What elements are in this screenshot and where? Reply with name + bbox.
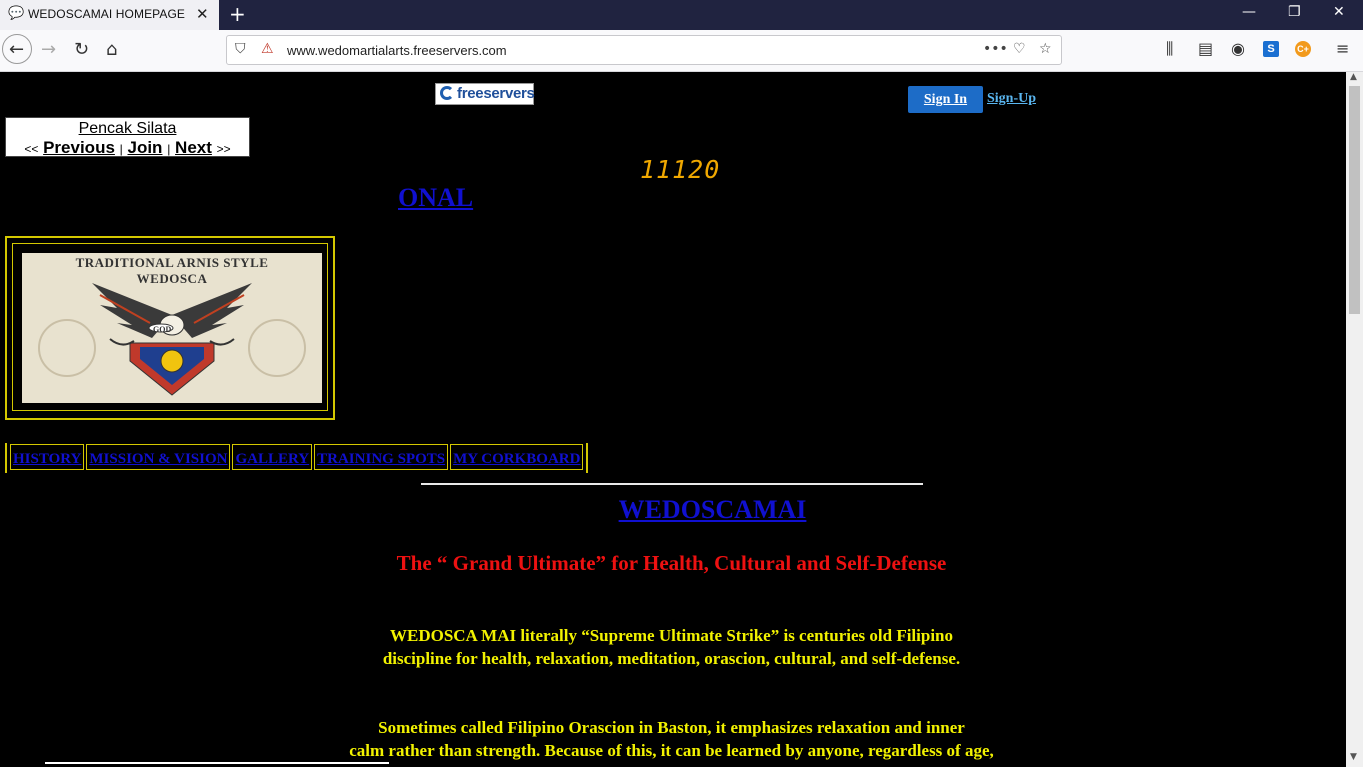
close-tab-icon[interactable]: ✕ [196,5,209,23]
extension-s-icon[interactable]: S [1263,41,1279,57]
menu-training-spots[interactable]: TRAINING SPOTS [314,444,449,470]
emblem-frame: TRADITIONAL ARNIS STYLE WEDOSCA GOD [5,236,335,420]
scrolling-marquee-text[interactable]: ONAL [398,183,473,213]
restore-icon[interactable]: ❐ [1288,4,1301,20]
emblem-seal-text: GOD [153,325,171,334]
extension-coupon-icon[interactable]: C+ [1295,41,1311,57]
scroll-up-icon[interactable]: ▲ [1350,72,1357,82]
horizontal-rule [421,483,923,485]
insecure-lock-icon[interactable]: ⚠ [261,41,274,57]
library-icon[interactable]: ⫼ [1166,39,1173,59]
intro-line-2: discipline for health, relaxation, medit… [382,649,961,668]
description-paragraph: Sometimes called Filipino Orascion in Ba… [0,716,1343,762]
main-menu: HISTORY MISSION & VISION GALLERY TRAININ… [5,443,589,473]
nav-toolbar: ← → ↻ ⌂ ⛉ ⚠ www.wedomartialarts.freeserv… [0,30,1363,72]
webring-title[interactable]: Pencak Silata [6,120,249,138]
pocket-icon[interactable]: ♡ [1013,41,1026,57]
freeservers-mark-icon [440,86,454,100]
page-subheading: The “ Grand Ultimate” for Health, Cultur… [396,551,947,575]
menu-history[interactable]: HISTORY [10,444,85,470]
page-scrollbar[interactable]: ▲ ▼ [1346,72,1363,767]
webring-next-link[interactable]: Next [175,138,212,157]
scroll-thumb[interactable] [1349,86,1360,314]
sign-in-button[interactable]: Sign In [908,86,983,113]
new-tab-icon[interactable]: + [229,2,246,26]
intro-line-1: WEDOSCA MAI literally “Supreme Ultimate … [389,626,954,645]
intro-paragraph: WEDOSCA MAI literally “Supreme Ultimate … [0,624,1343,670]
url-bar[interactable]: ⛉ ⚠ www.wedomartialarts.freeservers.com … [226,35,1062,65]
url-text[interactable]: www.wedomartialarts.freeservers.com [287,43,507,58]
back-arrow-icon[interactable]: ← [9,39,24,60]
reload-icon[interactable]: ↻ [74,39,89,60]
window-close-icon[interactable]: ✕ [1333,4,1345,20]
webring-join-link[interactable]: Join [128,138,163,157]
forward-arrow-icon[interactable]: → [41,39,56,60]
freeservers-logo-text: freeservers [457,85,535,102]
home-icon[interactable]: ⌂ [106,39,117,60]
hit-counter: 11120 [640,155,721,184]
menu-mission-vision[interactable]: MISSION & VISION [86,444,231,470]
tab-title: WEDOSCAMAI HOMEPAGE [28,7,186,21]
eagle-seal-icon: GOD [38,283,306,396]
description-line-2: calm rather than strength. Because of th… [349,741,994,760]
page-heading[interactable]: WEDOSCAMAI [0,495,1363,525]
page-actions-icon[interactable]: ••• [983,41,1008,57]
freeservers-logo[interactable]: freeservers [435,83,535,105]
webring-prev-prefix: << [24,142,39,156]
scroll-down-icon[interactable]: ▼ [1350,752,1357,762]
webring-separator: | [119,142,123,156]
webring-box: Pencak Silata << Previous | Join | Next … [5,117,250,157]
sign-up-link[interactable]: Sign-Up [987,91,1036,107]
bookmark-star-icon[interactable]: ☆ [1039,41,1052,57]
webring-next-suffix: >> [216,142,231,156]
wedosca-emblem-image: TRADITIONAL ARNIS STYLE WEDOSCA GOD [22,253,322,403]
tab-strip: 💬 WEDOSCAMAI HOMEPAGE ✕ + — ❐ ✕ [0,0,1363,30]
description-line-1: Sometimes called Filipino Orascion in Ba… [378,718,965,737]
menu-gallery[interactable]: GALLERY [232,444,313,470]
webring-nav: << Previous | Join | Next >> [6,138,249,159]
webring-previous-link[interactable]: Previous [43,138,115,157]
horizontal-scroll-indicator [45,762,389,764]
browser-tab[interactable]: 💬 WEDOSCAMAI HOMEPAGE ✕ [0,0,219,30]
shield-icon[interactable]: ⛉ [235,41,246,57]
account-icon[interactable]: ◉ [1231,39,1245,58]
menu-hamburger-icon[interactable]: ≡ [1336,39,1349,58]
sidebar-icon[interactable]: ▤ [1198,39,1213,58]
emblem-inner-border: TRADITIONAL ARNIS STYLE WEDOSCA GOD [12,243,328,411]
webring-separator: | [167,142,171,156]
minimize-icon[interactable]: — [1242,4,1256,20]
speech-bubble-icon: 💬 [8,6,25,21]
menu-my-corkboard[interactable]: MY CORKBOARD [450,444,584,470]
